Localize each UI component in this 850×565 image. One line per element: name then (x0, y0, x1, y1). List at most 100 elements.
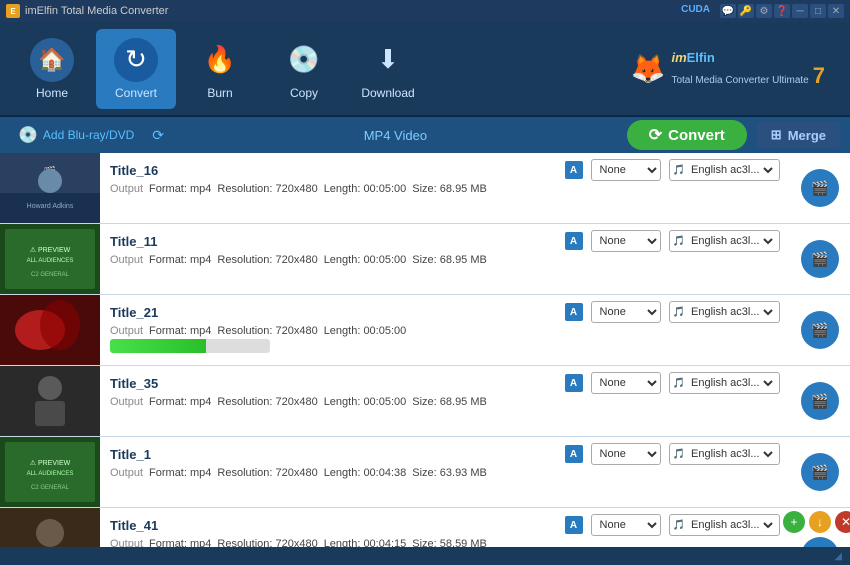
convert-icon: ↻ (114, 38, 158, 82)
add-bluray-btn[interactable]: 💿 Add Blu-ray/DVD (10, 121, 142, 149)
video-info-title_35: Title_35 A None English 🎵 English ac3l..… (100, 366, 790, 436)
video-action-title_11: 🎬 (790, 224, 850, 294)
format-label-title_11: Format: mp4 (149, 254, 211, 266)
move-circle-btn[interactable]: ↓ (809, 511, 831, 533)
subtitle-badge-title_11: A (565, 232, 583, 250)
subtitle-select-title_16[interactable]: None English (591, 159, 661, 181)
remove-circle-btn[interactable]: ✕ (835, 511, 850, 533)
format-label-title_35: Format: mp4 (149, 396, 211, 408)
nav-convert-btn[interactable]: ↻ Convert (96, 29, 176, 109)
add-bluray-label: Add Blu-ray/DVD (43, 128, 134, 142)
title-row-title_11: Title_11 A None English 🎵 English ac3l..… (110, 230, 780, 252)
output-label-title_16: Output (110, 183, 143, 195)
output-label-title_21: Output (110, 325, 143, 337)
nav-home-label: Home (36, 86, 68, 100)
subtitle-badge-title_21: A (565, 303, 583, 321)
nav-copy-btn[interactable]: 💿 Copy (264, 29, 344, 109)
audio-wrapper-title_41: 🎵 English ac3l... English ac3 (669, 514, 780, 536)
audio-select-title_1[interactable]: English ac3l... English ac3 (687, 447, 776, 461)
format-label: MP4 Video (174, 128, 617, 143)
audio-wrapper-title_1: 🎵 English ac3l... English ac3 (669, 443, 780, 465)
nav-convert-label: Convert (115, 86, 157, 100)
video-title-title_35: Title_35 (110, 376, 557, 391)
nav-download-btn[interactable]: ⬇ Download (348, 29, 428, 109)
minimize-btn[interactable]: ─ (792, 4, 808, 18)
video-title-title_16: Title_16 (110, 163, 557, 178)
audio-select-title_35[interactable]: English ac3l... English ac3 (687, 376, 776, 390)
logo-product-text: Total Media Converter Ultimate (671, 75, 808, 86)
edit-film-btn-title_35[interactable]: 🎬 (801, 382, 839, 420)
video-info-title_11: Title_11 A None English 🎵 English ac3l..… (100, 224, 790, 294)
edit-film-btn-title_41[interactable]: 🎬 (801, 537, 839, 547)
resolution-label-title_35: Resolution: 720x480 (217, 396, 317, 408)
edit-film-btn-title_1[interactable]: 🎬 (801, 453, 839, 491)
audio-wrapper-title_21: 🎵 English ac3l... English ac3 (669, 301, 780, 323)
video-action-title_41: + ↓ ✕ 🎬 (790, 508, 850, 547)
nav-home-btn[interactable]: 🏠 Home (12, 29, 92, 109)
audio-icon-title_41: 🎵 (673, 520, 685, 531)
toolbar: 🏠 Home ↻ Convert 🔥 Burn 💿 Copy ⬇ Downloa… (0, 22, 850, 117)
subtitle-select-title_1[interactable]: None English (591, 443, 661, 465)
size-label-title_11: Size: 68.95 MB (412, 254, 487, 266)
close-btn[interactable]: ✕ (828, 4, 844, 18)
subtitle-select-title_35[interactable]: None English (591, 372, 661, 394)
convert-icon-btn: ⟳ (649, 125, 662, 145)
length-label-title_21: Length: 00:05:00 (324, 325, 407, 337)
video-item-title_41: ▶ Title_41 A None English 🎵 English ac3l… (0, 508, 850, 547)
maximize-btn[interactable]: □ (810, 4, 826, 18)
burn-icon: 🔥 (198, 38, 242, 82)
size-label-title_35: Size: 68.95 MB (412, 396, 487, 408)
audio-select-title_41[interactable]: English ac3l... English ac3 (687, 518, 776, 532)
logo-area: 🦊 imElfin Total Media Converter Ultimate… (616, 50, 840, 87)
svg-text:C2 GENERAL: C2 GENERAL (31, 272, 70, 278)
audio-select-title_21[interactable]: English ac3l... English ac3 (687, 305, 776, 319)
bubble-icon-btn[interactable]: 💬 (720, 4, 736, 18)
video-thumb-title_41: ▶ (0, 508, 100, 547)
logo-top: 🦊 imElfin Total Media Converter Ultimate… (631, 50, 825, 87)
length-label-title_16: Length: 00:05:00 (324, 183, 407, 195)
last-item-controls: + ↓ ✕ 🎬 (783, 511, 850, 547)
help-icon-btn[interactable]: ❓ (774, 4, 790, 18)
video-title-title_1: Title_1 (110, 447, 557, 462)
convert-main-btn[interactable]: ⟳ Convert (627, 120, 747, 150)
merge-icon: ⊞ (771, 127, 782, 143)
svg-text:Howard Adkins: Howard Adkins (27, 203, 74, 210)
format-label-title_41: Format: mp4 (149, 538, 211, 547)
video-action-title_1: 🎬 (790, 437, 850, 507)
output-label-title_41: Output (110, 538, 143, 547)
status-bar: ◢ (0, 547, 850, 565)
nav-burn-btn[interactable]: 🔥 Burn (180, 29, 260, 109)
subtitle-select-title_11[interactable]: None English (591, 230, 661, 252)
subtitle-select-title_21[interactable]: None English (591, 301, 661, 323)
settings-icon-btn[interactable]: ⚙ (756, 4, 772, 18)
svg-text:⚠ PREVIEW: ⚠ PREVIEW (30, 459, 71, 467)
edit-film-btn-title_21[interactable]: 🎬 (801, 311, 839, 349)
resolution-label-title_1: Resolution: 720x480 (217, 467, 317, 479)
title-row-title_35: Title_35 A None English 🎵 English ac3l..… (110, 372, 780, 394)
audio-wrapper-title_16: 🎵 English ac3l... English ac3 (669, 159, 780, 181)
add-circle-btn[interactable]: + (783, 511, 805, 533)
output-row-title_1: Output Format: mp4 Resolution: 720x480 L… (110, 467, 780, 479)
length-label-title_35: Length: 00:05:00 (324, 396, 407, 408)
merge-btn[interactable]: ⊞ Merge (757, 122, 840, 148)
length-label-title_41: Length: 00:04:15 (324, 538, 407, 547)
video-thumb-title_11: ⚠ PREVIEWALL AUDIENCESC2 GENERAL (0, 224, 100, 294)
edit-film-btn-title_16[interactable]: 🎬 (801, 169, 839, 207)
nav-burn-label: Burn (207, 86, 232, 100)
logo-product-line: Total Media Converter Ultimate 7 (671, 65, 825, 87)
audio-wrapper-title_11: 🎵 English ac3l... English ac3 (669, 230, 780, 252)
title-bar-left: E imElfin Total Media Converter (6, 4, 168, 18)
edit-film-btn-title_11[interactable]: 🎬 (801, 240, 839, 278)
resolution-label-title_11: Resolution: 720x480 (217, 254, 317, 266)
audio-select-title_16[interactable]: English ac3l... English ac3 (687, 163, 776, 177)
audio-select-title_11[interactable]: English ac3l... English ac3 (687, 234, 776, 248)
key-icon-btn[interactable]: 🔑 (738, 4, 754, 18)
home-icon: 🏠 (30, 38, 74, 82)
video-thumb-title_21 (0, 295, 100, 365)
output-row-title_35: Output Format: mp4 Resolution: 720x480 L… (110, 396, 780, 408)
svg-text:ALL AUDIENCES: ALL AUDIENCES (27, 471, 74, 477)
logo-version: 7 (813, 65, 825, 87)
subtitle-select-title_41[interactable]: None English (591, 514, 661, 536)
action-bar: 💿 Add Blu-ray/DVD ⟳ MP4 Video ⟳ Convert … (0, 117, 850, 153)
output-row-title_21: Output Format: mp4 Resolution: 720x480 L… (110, 325, 780, 337)
